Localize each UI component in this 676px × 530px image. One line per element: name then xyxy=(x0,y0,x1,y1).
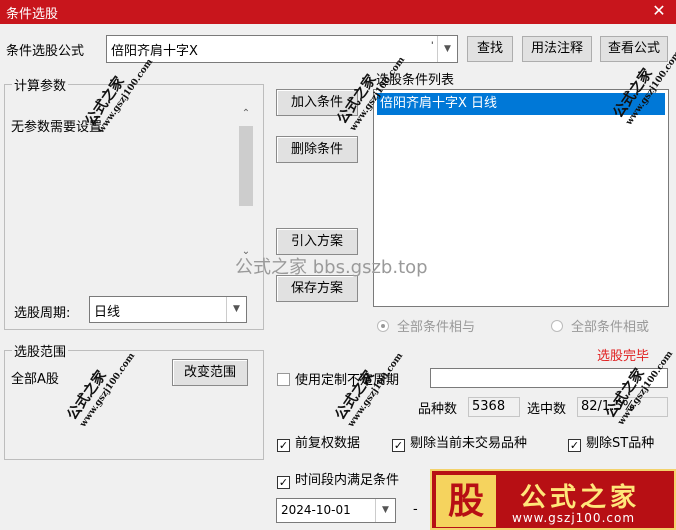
exclude-st-label: 剔除ST品种 xyxy=(586,436,655,451)
period-select[interactable]: 日线 ▼ xyxy=(89,296,247,323)
chevron-down-icon[interactable]: ▼ xyxy=(375,499,395,522)
status-text: 选股完毕 xyxy=(597,349,650,364)
date-separator: - xyxy=(413,502,418,517)
variety-count-label: 品种数 xyxy=(418,402,458,417)
change-scope-button[interactable]: 改变范围 xyxy=(172,359,248,386)
fq-checkbox[interactable]: ✓ 前复权数据 xyxy=(277,432,360,452)
period-label: 选股周期: xyxy=(14,306,71,321)
check-icon[interactable]: ✓ xyxy=(392,439,405,452)
chevron-down-icon[interactable]: ▼ xyxy=(437,36,457,62)
exclude-st-checkbox[interactable]: ✓ 剔除ST品种 xyxy=(568,432,654,452)
logo-mark: 股 xyxy=(436,475,496,527)
exclude-untraded-checkbox[interactable]: ✓ 剔除当前未交易品种 xyxy=(392,432,527,452)
save-scheme-button[interactable]: 保存方案 xyxy=(276,275,358,302)
brand-logo: 股 公式之家 www.gszj100.com xyxy=(430,469,676,530)
params-scrollbar[interactable]: ⌃ ⌄ xyxy=(236,108,256,264)
check-icon[interactable]: ✓ xyxy=(568,439,581,452)
time-range-label: 时间段内满足条件 xyxy=(295,473,400,488)
variety-count-field: 5368 xyxy=(468,397,520,417)
uncertain-period-input[interactable] xyxy=(430,368,668,388)
params-message: 无参数需要设置 xyxy=(11,120,103,135)
selected-field: 82/1.5% xyxy=(577,397,668,417)
selected-label: 选中数 xyxy=(527,402,567,417)
uncertain-period-checkbox[interactable]: 使用定制不定周期 xyxy=(277,369,399,388)
site-watermark: 公式之家 bbs.gszb.top xyxy=(235,257,428,278)
radio-and[interactable]: 全部条件相与 xyxy=(377,316,475,335)
scope-value: 全部A股 xyxy=(11,372,59,387)
import-scheme-button[interactable]: 引入方案 xyxy=(276,228,358,255)
close-icon[interactable]: ✕ xyxy=(650,1,668,20)
variety-count-value: 5368 xyxy=(472,399,506,414)
selected-value: 82/1.5% xyxy=(581,399,635,414)
logo-name: 公式之家 xyxy=(520,483,641,513)
uncertain-period-box[interactable] xyxy=(277,373,290,386)
delete-condition-button[interactable]: 删除条件 xyxy=(276,136,358,163)
radio-or[interactable]: 全部条件相或 xyxy=(551,316,649,335)
period-value: 日线 xyxy=(94,305,121,320)
formula-label: 条件选股公式 xyxy=(6,44,85,59)
formula-tick: ' xyxy=(431,41,434,51)
uncertain-period-label: 使用定制不定周期 xyxy=(295,373,400,388)
add-condition-button[interactable]: 加入条件 xyxy=(276,89,358,116)
view-formula-button[interactable]: 查看公式 xyxy=(600,36,668,62)
start-date-picker[interactable]: 2024-10-01 ▼ xyxy=(276,498,396,523)
condition-list-title: 选股条件列表 xyxy=(376,73,455,88)
exclude-untraded-label: 剔除当前未交易品种 xyxy=(410,436,528,451)
scope-group-title: 选股范围 xyxy=(12,341,69,360)
check-icon[interactable]: ✓ xyxy=(277,476,290,489)
condition-list-item[interactable]: 倍阳齐肩十字X 日线 xyxy=(377,93,665,115)
logo-url: www.gszj100.com xyxy=(512,511,636,525)
scroll-up-icon[interactable]: ⌃ xyxy=(236,108,256,126)
check-icon[interactable]: ✓ xyxy=(277,439,290,452)
params-group-title: 计算参数 xyxy=(12,75,69,94)
formula-select[interactable]: 倍阳齐肩十字X ' ▼ xyxy=(106,35,458,63)
formula-value: 倍阳齐肩十字X xyxy=(111,44,198,59)
search-button[interactable]: 查找 xyxy=(467,36,513,62)
radio-and-label: 全部条件相与 xyxy=(397,320,476,335)
chevron-down-icon[interactable]: ▼ xyxy=(226,297,246,322)
radio-and-dot[interactable] xyxy=(377,320,389,332)
fq-label: 前复权数据 xyxy=(295,436,361,451)
start-date-value: 2024-10-01 xyxy=(281,503,351,517)
scroll-thumb[interactable] xyxy=(239,126,253,206)
title-bar: 条件选股 ✕ xyxy=(0,0,676,24)
usage-notes-button[interactable]: 用法注释 xyxy=(522,36,592,62)
radio-or-dot[interactable] xyxy=(551,320,563,332)
time-range-checkbox[interactable]: ✓ 时间段内满足条件 xyxy=(277,469,399,489)
radio-or-label: 全部条件相或 xyxy=(571,320,650,335)
window-title: 条件选股 xyxy=(6,7,59,22)
